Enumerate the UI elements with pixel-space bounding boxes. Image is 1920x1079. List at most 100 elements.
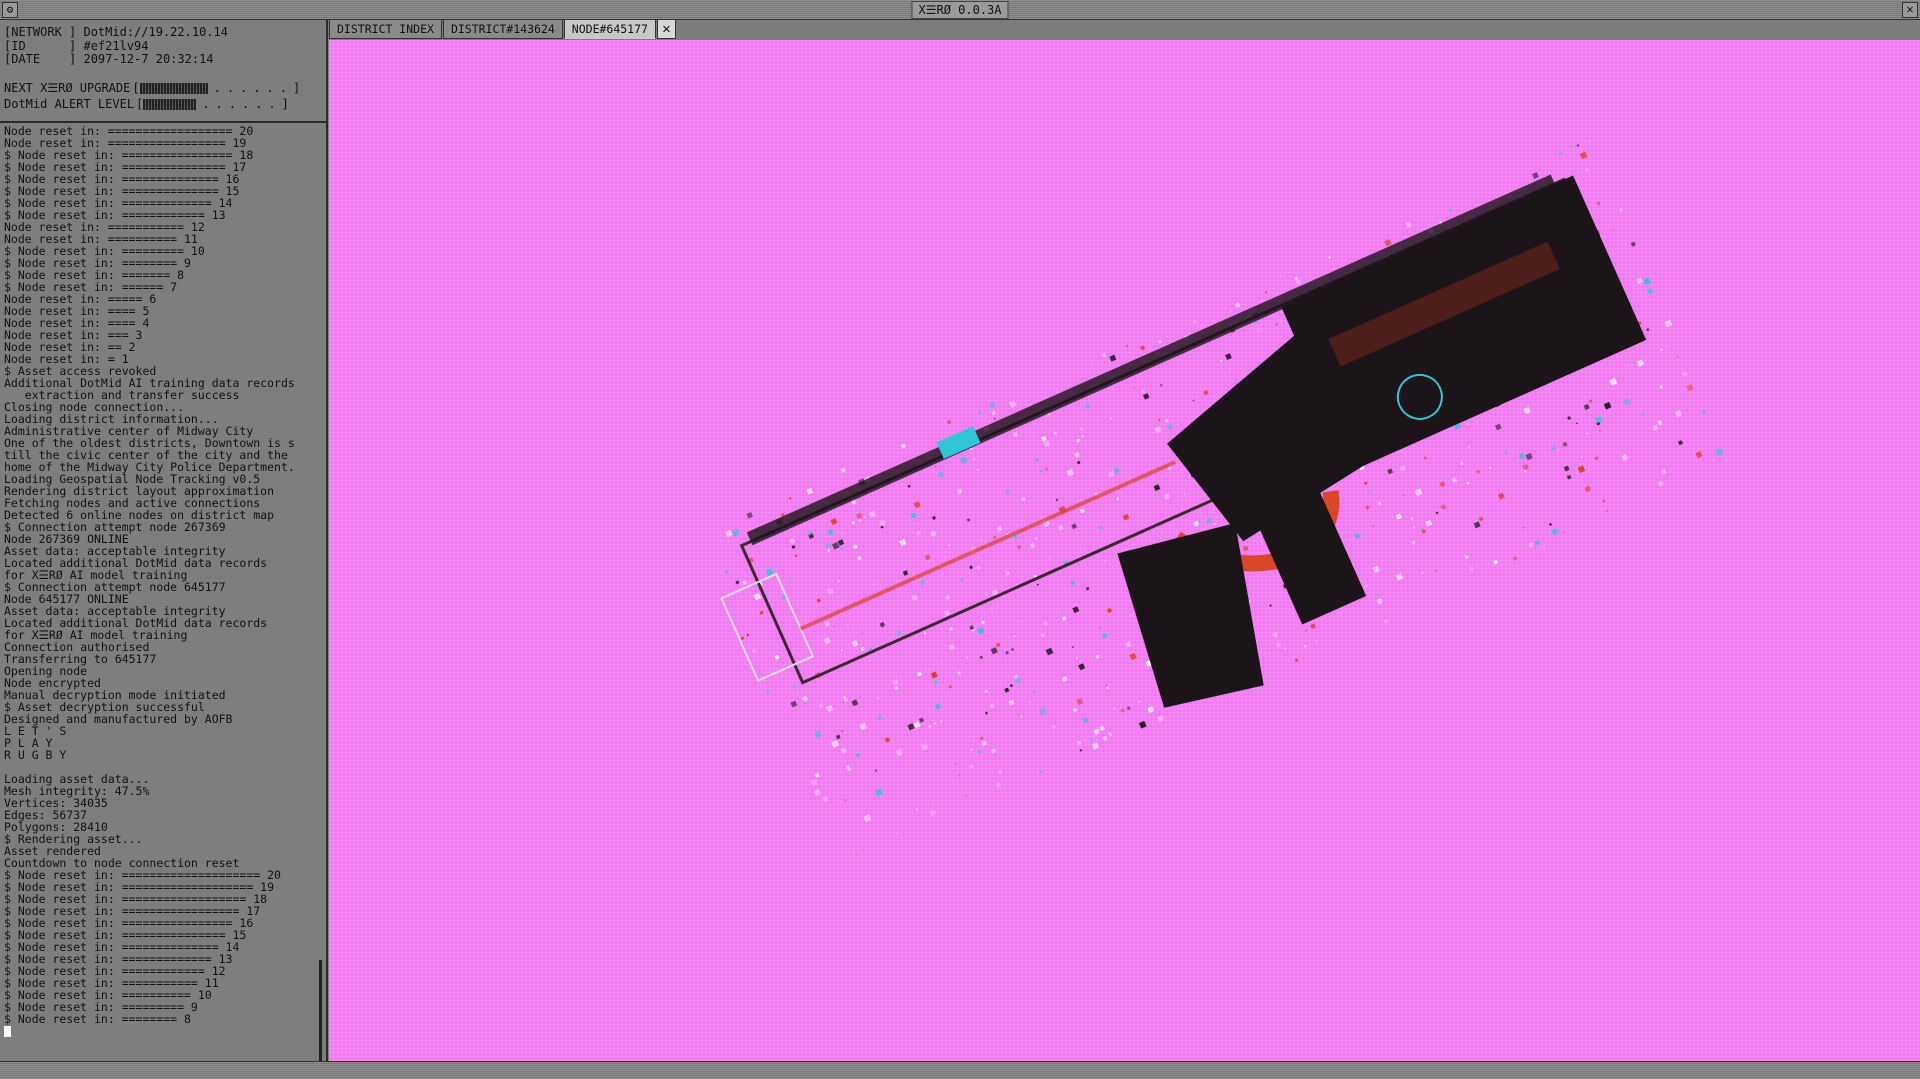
particle [896,630,902,636]
particle [1029,701,1032,704]
particle [1377,501,1382,506]
particle [915,807,919,811]
particle [1478,516,1484,522]
tab-district-143624[interactable]: DISTRICT#143624 [442,20,563,39]
particle [1109,354,1117,362]
particle [1008,400,1017,409]
particle [1032,432,1035,435]
tab-close-icon[interactable]: ✕ [656,20,676,39]
particle [1140,345,1146,351]
particle [1643,277,1651,286]
particle [1494,423,1502,431]
terminal-log[interactable]: Node reset in: ================== 20 Node… [0,125,320,1047]
particle [846,624,849,628]
particle [1681,371,1688,378]
particle [990,606,994,611]
particle [1315,640,1318,642]
particle [725,529,733,538]
window-title: X☰RØ 0.0.3A [911,1,1009,19]
particle [1030,542,1036,549]
particle [863,814,872,823]
particle [1636,359,1645,367]
particle [1045,647,1054,656]
particle [879,621,886,628]
system-menu-icon[interactable]: ⚙ [2,2,18,18]
terminal-cursor[interactable] [4,1025,320,1037]
particle [1609,377,1618,386]
particle [872,583,875,586]
particle [1269,604,1272,607]
particle [859,722,868,731]
particle [1242,545,1249,552]
particle [1129,652,1137,661]
particle [796,540,799,542]
particle [802,696,808,702]
particle [822,796,829,802]
particle [911,594,919,602]
particle [753,593,762,601]
particle [910,512,917,519]
particle [1586,432,1589,435]
particle [827,529,834,536]
particle [1275,323,1278,326]
particle [1163,493,1171,500]
id-row: [ID ] #ef21lv94 [4,39,322,54]
particle [1079,749,1083,752]
tab-district-index[interactable]: DISTRICT INDEX [329,20,442,39]
particle [790,700,798,708]
particle [1001,661,1005,664]
network-row: [NETWORK ] DotMid://19.22.10.14 [4,25,322,40]
particle [1435,511,1439,515]
particle [1072,707,1078,713]
particle [965,795,968,798]
particle [1303,644,1307,648]
particle [977,468,980,471]
particle [1389,474,1392,478]
particle [791,685,796,690]
particle [1305,630,1307,632]
particle [840,467,846,473]
particle [1062,676,1068,682]
particle [1243,330,1246,332]
tab-node-645177[interactable]: NODE#645177 [563,20,656,39]
particle [1399,465,1406,472]
particle [789,578,792,581]
particle [1153,484,1161,492]
particle [1646,287,1654,295]
particle [1193,520,1200,527]
particle [1095,654,1100,659]
alert-level-fill [143,99,197,110]
particle [1045,467,1049,471]
particle [940,720,943,723]
particle [855,853,858,855]
particle [993,418,996,420]
asset-viewport[interactable] [329,40,1920,1061]
particle [1279,275,1282,278]
particle [958,774,961,777]
particle [948,544,951,547]
particle [1167,423,1174,431]
particle [1163,534,1166,537]
particle [980,537,983,541]
particle [1576,144,1579,147]
particle [997,526,1003,532]
particle [1466,481,1470,485]
particle [1664,319,1673,328]
particle [1660,348,1663,352]
particle [990,748,996,754]
window-close-button[interactable]: ✕ [1902,2,1918,18]
particle [861,631,864,633]
particle [1636,277,1643,285]
particle [1022,620,1024,622]
particle [995,642,1001,648]
particle [902,570,909,576]
particle [1550,445,1556,452]
log-scrollbar[interactable] [319,960,322,1065]
alert-level-row: DotMid ALERT LEVEL [ ...... ] [4,97,322,113]
particle [984,689,988,694]
particle [1451,477,1458,483]
particle [977,749,982,754]
particle [1016,544,1022,550]
particle [840,747,847,754]
particle [981,620,985,625]
